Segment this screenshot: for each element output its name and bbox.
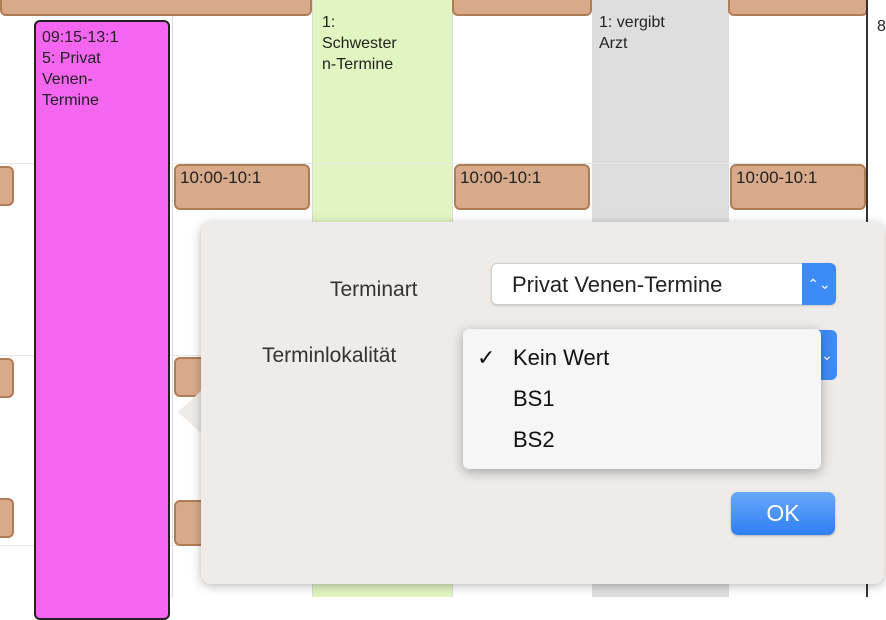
appointment-text: 09:15-13:1 5: Privat Venen- Termine (42, 27, 119, 111)
dropdown-option-kein-wert[interactable]: Kein Wert (513, 345, 609, 371)
terminart-label: Terminart (330, 278, 418, 301)
calendar-appointment[interactable] (728, 0, 868, 16)
grey-column-text: 1: vergibt Arzt (599, 14, 665, 52)
terminlokalitaet-dropdown-menu: ✓ Kein Wert BS1 BS2 (463, 329, 821, 469)
select-stepper-icon: ⌃⌄ (802, 263, 836, 305)
appointment-text-line: Venen- (42, 71, 93, 88)
right-edge-text: 8 (877, 18, 886, 35)
appointment-text-line: 09:15-13:1 (42, 29, 119, 46)
calendar-appointment[interactable] (452, 0, 592, 16)
popover-arrow (178, 390, 202, 434)
dropdown-option-bs1[interactable]: BS1 (513, 386, 555, 412)
appointment-time: 10:00-10:1 (460, 168, 542, 187)
calendar-appointment[interactable] (0, 0, 312, 16)
terminart-value: Privat Venen-Termine (512, 272, 723, 297)
ok-button[interactable]: OK (731, 492, 835, 535)
calendar-appointment[interactable] (0, 358, 14, 398)
checkmark-icon: ✓ (477, 345, 496, 370)
appointment-time: 10:00-10:1 (180, 168, 262, 187)
green-column-text: 1: Schwester n-Termine (322, 14, 397, 73)
appointment-text-line: Termine (42, 92, 99, 109)
appointment-text-line: 5: Privat (42, 50, 101, 67)
calendar-appointment[interactable]: 10:00-10:1 (454, 164, 590, 210)
grid-line (172, 0, 173, 597)
calendar-appointment[interactable] (0, 166, 14, 206)
terminlokalitaet-label: Terminlokalität (262, 344, 397, 367)
terminart-select[interactable]: Privat Venen-Termine ⌃⌄ (491, 263, 836, 305)
calendar-appointment[interactable]: 10:00-10:1 (730, 164, 866, 210)
calendar-appointment[interactable]: 10:00-10:1 (174, 164, 310, 210)
appointment-time: 10:00-10:1 (736, 168, 818, 187)
calendar-appointment[interactable] (0, 498, 14, 538)
dropdown-option-bs2[interactable]: BS2 (513, 427, 555, 453)
